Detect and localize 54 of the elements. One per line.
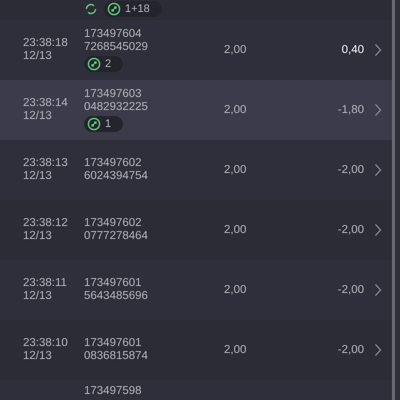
- bet-row[interactable]: 23:38:12 12/13 173497602 0777278464 2,00 -2,00: [0, 200, 392, 260]
- chevron-right-icon[interactable]: [374, 103, 382, 117]
- bet-row[interactable]: 23:38:14 12/13 173497603 0482932225 1 2,00 -1,80: [0, 80, 392, 140]
- bet-time: 23:38:18: [23, 37, 69, 50]
- round-id: 173497601: [84, 277, 143, 290]
- stake-amount: 2,00: [224, 44, 246, 56]
- bet-row[interactable]: 23:38:10 12/13 173497601 0836815874 2,00 -2,00: [0, 320, 392, 380]
- payout-amount: -2,00: [338, 224, 364, 236]
- payout-amount: -1,80: [338, 104, 364, 116]
- bet-date: 12/13: [23, 290, 53, 303]
- payout-amount: -2,00: [338, 284, 364, 296]
- multiplier-badge: 2: [84, 56, 124, 72]
- bet-date: 12/13: [23, 350, 53, 363]
- stake-amount: 2,00: [224, 284, 246, 296]
- bet-time: 23:38:14: [23, 97, 69, 110]
- swap-circle-icon: [107, 2, 121, 16]
- bet-id: 5643485696: [84, 290, 149, 303]
- round-id: 173497602: [84, 157, 143, 170]
- round-id: 173497602: [84, 217, 143, 230]
- bet-id: 0777278464: [84, 230, 149, 243]
- bet-row[interactable]: 1+18: [0, 0, 392, 20]
- stake-amount: 2,00: [224, 344, 246, 356]
- bet-date: 12/13: [23, 230, 53, 243]
- round-id: 173497598: [84, 385, 143, 398]
- payout-amount: -2,00: [338, 164, 364, 176]
- chevron-right-icon[interactable]: [374, 163, 382, 177]
- chevron-right-icon[interactable]: [374, 43, 382, 57]
- stake-amount: 2,00: [224, 104, 246, 116]
- chevron-right-icon[interactable]: [374, 283, 382, 297]
- bet-id: 0836815874: [84, 350, 149, 363]
- round-id: 173497603: [84, 88, 143, 101]
- bet-id: 0482932225: [84, 101, 149, 114]
- bet-time: 23:38:10: [23, 337, 69, 350]
- multiplier-badge: 1+18: [104, 1, 162, 17]
- bet-id: 6024394754: [84, 170, 149, 183]
- scrollbar[interactable]: [392, 0, 395, 400]
- stake-amount: 2,00: [224, 224, 246, 236]
- payout-amount: 0,40: [342, 44, 364, 56]
- bet-date: 12/13: [23, 50, 53, 63]
- chevron-right-icon[interactable]: [374, 343, 382, 357]
- bet-date: 12/13: [23, 170, 53, 183]
- swap-circle-icon: [87, 57, 101, 71]
- round-id: 173497601: [84, 337, 143, 350]
- round-id: 173497604: [84, 28, 143, 41]
- bet-time: 23:38:13: [23, 157, 69, 170]
- stake-amount: 2,00: [224, 164, 246, 176]
- bet-id: 7268545029: [84, 41, 149, 54]
- swap-circle-icon: [87, 117, 101, 131]
- payout-amount: -2,00: [338, 344, 364, 356]
- bet-time: 23:38:11: [23, 277, 68, 290]
- bet-time: 23:38:12: [23, 217, 69, 230]
- bet-date: 12/13: [23, 110, 53, 123]
- multiplier-badge: 1: [84, 116, 124, 132]
- chevron-right-icon[interactable]: [374, 223, 382, 237]
